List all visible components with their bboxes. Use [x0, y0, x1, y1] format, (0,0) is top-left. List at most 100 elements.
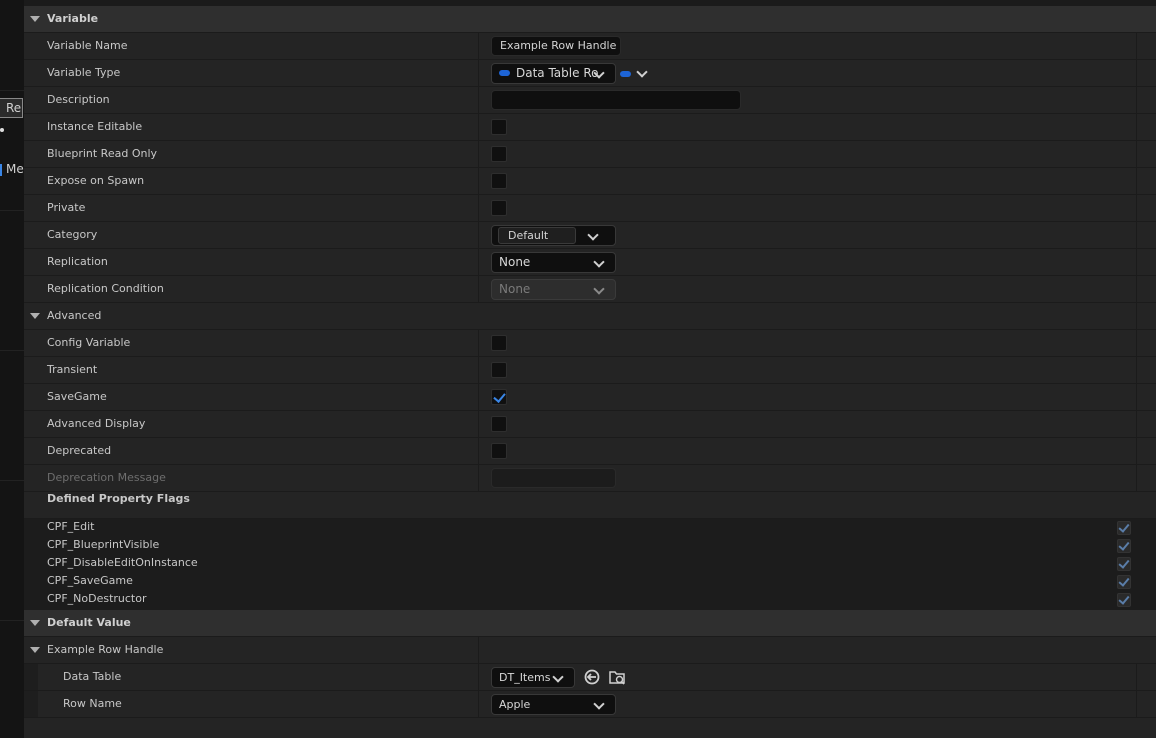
expand-arrow-icon[interactable]: [30, 647, 40, 653]
property-label: Description: [47, 93, 110, 106]
checkmark-icon: [493, 390, 506, 403]
section-default-value[interactable]: Default Value: [24, 610, 1156, 637]
container-type-selector[interactable]: [620, 66, 648, 80]
row-deprecated: Deprecated: [24, 438, 1156, 465]
row-savegame: SaveGame: [24, 384, 1156, 411]
checkmark-icon: [1118, 575, 1130, 587]
flag-checkbox: [1117, 521, 1131, 535]
expose-on-spawn-checkbox[interactable]: [491, 173, 507, 189]
config-variable-checkbox[interactable]: [491, 335, 507, 351]
chevron-down-icon: [593, 283, 605, 295]
private-checkbox[interactable]: [491, 200, 507, 216]
grid-line: [0, 620, 24, 621]
property-label: Expose on Spawn: [47, 174, 145, 187]
graph-panel-edge: Re Me: [0, 0, 25, 738]
checkmark-icon: [1118, 539, 1130, 551]
row-replication-condition: Replication Condition None: [24, 276, 1156, 303]
graph-node-fragment[interactable]: Re: [0, 98, 23, 118]
flag-checkbox: [1117, 539, 1131, 553]
row-data-table: Data Table DT_Items: [24, 664, 1156, 691]
type-pill-icon: [499, 69, 510, 76]
row-advanced-display: Advanced Display: [24, 411, 1156, 438]
data-table-combo[interactable]: DT_Items: [491, 667, 575, 688]
property-label: Instance Editable: [47, 120, 143, 133]
grid-line: [0, 210, 24, 211]
row-deprecation-message: Deprecation Message: [24, 465, 1156, 492]
property-label: Variable Type: [47, 66, 121, 79]
row-expose-on-spawn: Expose on Spawn: [24, 168, 1156, 195]
grid-line: [0, 90, 24, 91]
row-name-value: Apple: [499, 698, 531, 711]
advanced-display-checkbox[interactable]: [491, 416, 507, 432]
replication-value: None: [499, 255, 531, 269]
row-defined-property-flags: Defined Property Flags: [24, 492, 1156, 519]
checkmark-icon: [1118, 593, 1130, 605]
row-row-name: Row Name Apple: [24, 691, 1156, 718]
description-input[interactable]: [491, 90, 741, 110]
section-advanced[interactable]: Advanced: [24, 303, 1156, 330]
section-variable[interactable]: Variable: [24, 6, 1156, 33]
replication-condition-combo[interactable]: None: [491, 279, 616, 300]
flag-label: CPF_Edit: [47, 520, 95, 533]
replication-condition-value: None: [499, 282, 531, 296]
section-title: Default Value: [47, 616, 131, 629]
row-instance-editable: Instance Editable: [24, 114, 1156, 141]
row-private: Private: [24, 195, 1156, 222]
flag-checkbox: [1117, 557, 1131, 571]
row-replication: Replication None: [24, 249, 1156, 276]
instance-editable-checkbox[interactable]: [491, 119, 507, 135]
row-category: Category Default: [24, 222, 1156, 249]
expand-arrow-icon[interactable]: [30, 313, 40, 319]
property-label: Private: [47, 201, 86, 214]
variable-type-value: Data Table Ro: [516, 66, 599, 80]
section-title: Advanced: [47, 309, 102, 322]
property-label: Config Variable: [47, 336, 131, 349]
blueprint-read-only-checkbox[interactable]: [491, 146, 507, 162]
graph-node-fragment[interactable]: Me: [0, 160, 24, 178]
property-label: Replication Condition: [47, 282, 164, 295]
property-label: Category: [47, 228, 98, 241]
variable-name-input[interactable]: Example Row Handle: [491, 36, 621, 56]
property-label: Data Table: [63, 670, 122, 683]
row-description: Description: [24, 87, 1156, 114]
property-label: Deprecation Message: [47, 471, 166, 484]
expand-arrow-icon[interactable]: [30, 16, 40, 22]
deprecated-checkbox[interactable]: [491, 443, 507, 459]
savegame-checkbox[interactable]: [491, 389, 507, 405]
transient-checkbox[interactable]: [491, 362, 507, 378]
data-table-value: DT_Items: [499, 671, 551, 684]
flag-label: CPF_BlueprintVisible: [47, 538, 160, 551]
section-title: Variable: [47, 12, 99, 25]
chevron-down-icon: [552, 671, 564, 683]
grid-line: [0, 350, 24, 351]
expand-arrow-icon[interactable]: [30, 620, 40, 626]
row-name-combo[interactable]: Apple: [491, 694, 616, 715]
property-label: Variable Name: [47, 39, 128, 52]
folder-search-icon[interactable]: [608, 668, 626, 686]
category-input[interactable]: Default: [498, 227, 576, 244]
details-panel: Variable Variable Name Example Row Handl…: [24, 0, 1156, 738]
checkmark-icon: [1118, 557, 1130, 569]
arrow-left-circle-icon[interactable]: [583, 668, 601, 686]
property-label: Advanced Display: [47, 417, 146, 430]
deprecation-message-input[interactable]: [491, 468, 616, 488]
row-variable-type: Variable Type Data Table Ro: [24, 60, 1156, 87]
flag-checkbox: [1117, 593, 1131, 607]
replication-combo[interactable]: None: [491, 252, 616, 273]
flag-label: CPF_NoDestructor: [47, 592, 147, 605]
row-blueprint-read-only: Blueprint Read Only: [24, 141, 1156, 168]
property-label: Row Name: [63, 697, 122, 710]
row-variable-name: Variable Name Example Row Handle: [24, 33, 1156, 60]
category-combo[interactable]: Default: [491, 225, 616, 246]
variable-type-combo[interactable]: Data Table Ro: [491, 63, 616, 84]
row-example-row-handle[interactable]: Example Row Handle: [24, 637, 1156, 664]
property-label: Defined Property Flags: [47, 492, 190, 505]
chevron-down-icon: [593, 256, 605, 268]
property-label: Transient: [47, 363, 98, 376]
indent-gutter: [24, 691, 38, 717]
checkmark-icon: [1118, 521, 1130, 533]
container-type-pill-icon: [620, 71, 631, 77]
flag-label: CPF_SaveGame: [47, 574, 133, 587]
chevron-down-icon: [636, 66, 648, 78]
property-label: Example Row Handle: [47, 643, 164, 656]
